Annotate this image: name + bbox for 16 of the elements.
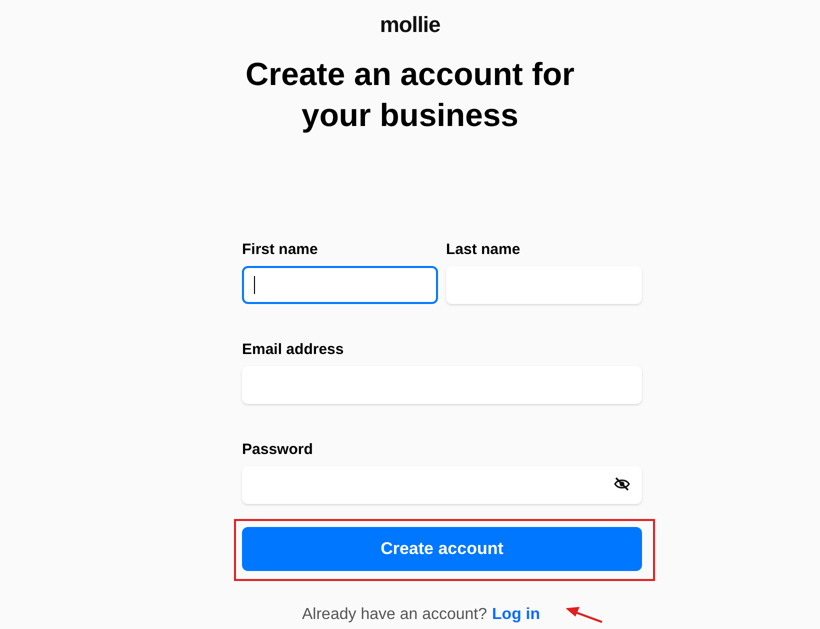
input-field[interactable] xyxy=(242,266,438,304)
login-link[interactable]: Log in xyxy=(492,603,540,627)
create-account-button[interactable]: Create account xyxy=(242,527,642,571)
login-prompt: Already have an account? xyxy=(302,605,488,625)
input-field[interactable] xyxy=(242,366,642,404)
logo: mollie xyxy=(380,11,440,39)
field-label: First name xyxy=(242,240,319,260)
input-field[interactable] xyxy=(446,266,642,304)
field-label: Password xyxy=(242,440,314,460)
arrow xyxy=(566,606,602,623)
text-cursor xyxy=(254,276,255,294)
eye-slash-icon[interactable] xyxy=(614,476,630,492)
field-label: Last name xyxy=(446,240,522,260)
input-field[interactable] xyxy=(242,466,642,504)
field-label: Email address xyxy=(242,340,345,360)
page-heading: Create an account for your business xyxy=(244,55,576,135)
